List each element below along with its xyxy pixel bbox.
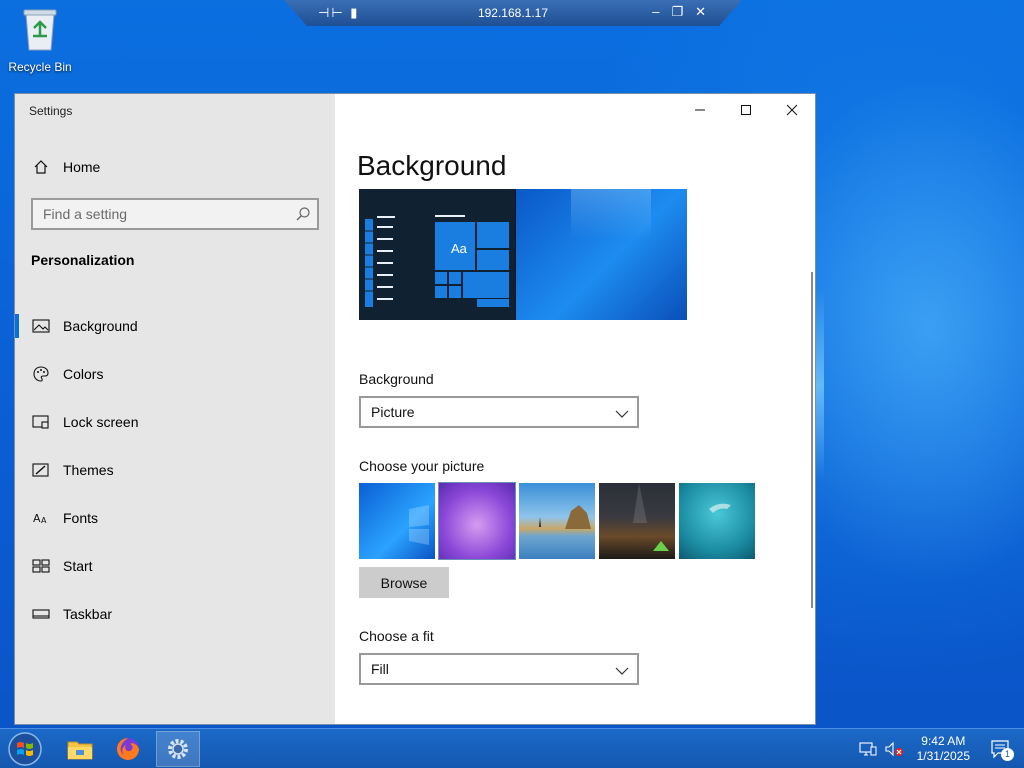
palette-icon xyxy=(31,364,51,384)
choose-fit-label: Choose a fit xyxy=(359,628,434,644)
choose-picture-label: Choose your picture xyxy=(359,458,485,474)
sidebar-item-label: Fonts xyxy=(63,510,99,526)
sidebar-item-label: Themes xyxy=(63,462,114,478)
picture-thumbnail-beach-rock[interactable] xyxy=(519,483,595,559)
settings-content: Background Aa Background Picture Choose … xyxy=(335,94,815,724)
svg-text:A: A xyxy=(41,516,47,525)
picture-icon xyxy=(31,316,51,336)
clock[interactable]: 9:42 AM 1/31/2025 xyxy=(917,734,970,764)
maximize-button[interactable] xyxy=(723,94,769,126)
recycle-bin-icon xyxy=(20,6,60,52)
preview-tile-text: Aa xyxy=(451,241,467,256)
section-title: Personalization xyxy=(31,252,135,268)
search-icon[interactable] xyxy=(295,206,311,225)
taskbar-icon xyxy=(31,604,51,624)
window-controls xyxy=(677,94,815,126)
settings-sidebar: Settings Home Find a setting Personaliza… xyxy=(15,94,335,724)
clock-time: 9:42 AM xyxy=(921,734,966,748)
close-button[interactable] xyxy=(769,94,815,126)
firefox-icon xyxy=(117,738,139,760)
background-preview: Aa xyxy=(359,189,687,320)
close-icon xyxy=(786,104,798,116)
sidebar-item-label: Taskbar xyxy=(63,606,113,622)
sidebar-item-themes[interactable]: Themes xyxy=(15,446,335,494)
taskbar-app-file-explorer[interactable] xyxy=(58,731,102,767)
browse-button[interactable]: Browse xyxy=(359,567,449,598)
content-scrollbar[interactable] xyxy=(811,272,813,608)
background-label: Background xyxy=(359,371,434,387)
page-title: Background xyxy=(357,150,507,181)
start-icon xyxy=(31,556,51,576)
themes-icon xyxy=(31,460,51,480)
chevron-down-icon xyxy=(615,406,629,422)
volume-muted-icon[interactable] xyxy=(883,741,905,757)
maximize-icon xyxy=(741,105,751,115)
notification-center-icon[interactable]: 1 xyxy=(990,739,1014,761)
sidebar-item-fonts[interactable]: AA Fonts xyxy=(15,494,335,542)
picture-thumbnail-night-sky-tent[interactable] xyxy=(599,483,675,559)
background-dropdown[interactable]: Picture xyxy=(359,396,639,428)
wallpaper-light-beam xyxy=(816,290,824,480)
taskbar-app-settings[interactable] xyxy=(156,731,200,767)
taskbar-app-firefox[interactable] xyxy=(106,731,150,767)
taskbar: 9:42 AM 1/31/2025 1 xyxy=(0,728,1024,768)
sidebar-item-start[interactable]: Start xyxy=(15,542,335,590)
window-title: Settings xyxy=(29,104,73,118)
picture-thumbnail-windows[interactable] xyxy=(359,483,435,559)
search-placeholder: Find a setting xyxy=(43,206,128,222)
svg-text:A: A xyxy=(33,512,41,525)
remote-minimize-icon[interactable]: – xyxy=(652,4,659,20)
sidebar-item-background[interactable]: Background xyxy=(15,302,335,350)
chevron-down-icon xyxy=(615,663,629,679)
remote-close-icon[interactable]: ✕ xyxy=(695,4,706,20)
sidebar-item-label: Colors xyxy=(63,366,104,382)
preview-windows-logo-glow xyxy=(571,189,651,239)
preview-start-menu: Aa xyxy=(359,189,515,320)
home-icon xyxy=(31,157,51,177)
settings-icon xyxy=(168,739,188,759)
sidebar-item-colors[interactable]: Colors xyxy=(15,350,335,398)
minimize-button[interactable] xyxy=(677,94,723,126)
fonts-icon: AA xyxy=(31,508,51,528)
file-explorer-icon xyxy=(67,741,93,760)
desktop-icon-recycle-bin[interactable]: Recycle Bin xyxy=(4,6,76,74)
lock-screen-icon xyxy=(31,412,51,432)
personalization-nav: Background Colors Lock screen Themes A A… xyxy=(15,302,335,638)
sidebar-item-lock-screen[interactable]: Lock screen xyxy=(15,398,335,446)
sidebar-item-taskbar[interactable]: Taskbar xyxy=(15,590,335,638)
picture-thumbnail-underwater-swimmer[interactable] xyxy=(679,483,755,559)
system-tray: 9:42 AM 1/31/2025 1 xyxy=(853,729,1024,768)
remote-restore-icon[interactable]: ❐ xyxy=(671,4,683,20)
remote-connection-bar: ⊣⊢ ▮ 192.168.1.17 – ❐ ✕ xyxy=(284,0,742,26)
minimize-icon xyxy=(695,109,705,111)
sidebar-item-label: Background xyxy=(63,318,138,334)
clock-date: 1/31/2025 xyxy=(916,749,970,763)
nav-home[interactable]: Home xyxy=(31,156,100,178)
settings-window: Settings Home Find a setting Personaliza… xyxy=(14,93,816,725)
background-dropdown-value: Picture xyxy=(371,404,415,420)
fit-dropdown-value: Fill xyxy=(371,661,389,677)
preview-desktop xyxy=(516,189,687,320)
picture-thumbnails xyxy=(359,482,755,560)
notification-count-badge: 1 xyxy=(1001,748,1014,761)
start-button[interactable] xyxy=(6,731,46,767)
fit-dropdown[interactable]: Fill xyxy=(359,653,639,685)
picture-thumbnail-purple-glow[interactable] xyxy=(438,482,516,560)
windows-orb-icon xyxy=(8,732,42,766)
find-setting-input[interactable]: Find a setting xyxy=(31,198,319,230)
network-icon[interactable] xyxy=(857,741,879,757)
nav-home-label: Home xyxy=(63,159,101,175)
desktop-icon-label: Recycle Bin xyxy=(8,60,72,74)
sidebar-item-label: Start xyxy=(63,558,93,574)
remote-controls: – ❐ ✕ xyxy=(652,4,706,20)
sidebar-item-label: Lock screen xyxy=(63,414,139,430)
